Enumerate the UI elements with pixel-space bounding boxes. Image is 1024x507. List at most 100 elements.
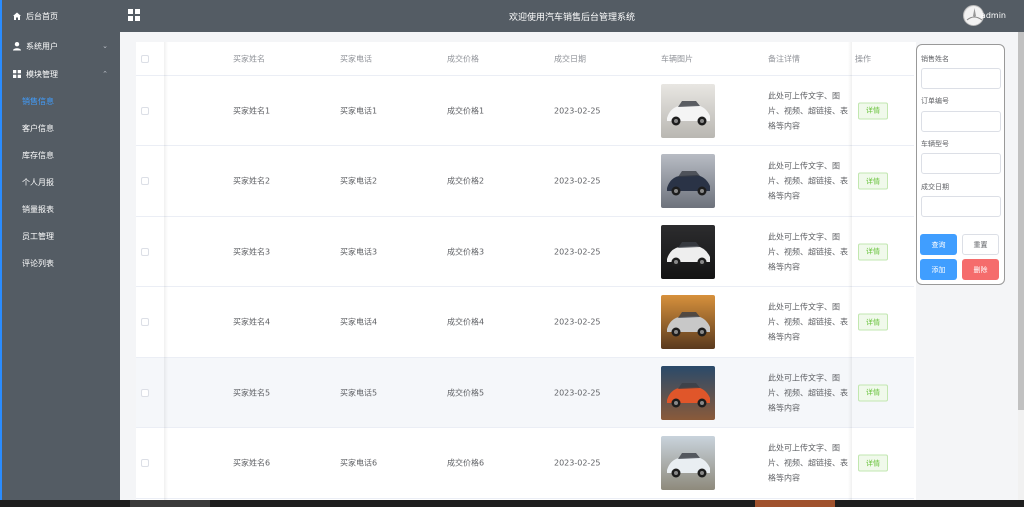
car-image[interactable] bbox=[661, 436, 715, 490]
table-header-row: 买家姓名 买家电话 成交价格 成交日期 车辆图片 备注详情 操作 bbox=[136, 42, 914, 76]
price-cell: 成交价格4 bbox=[447, 317, 485, 327]
main-content: 买家姓名 买家电话 成交价格 成交日期 车辆图片 备注详情 操作 买家姓名1 买… bbox=[120, 32, 1020, 502]
fixed-column-shadow-left bbox=[164, 42, 168, 502]
detail-button[interactable]: 详情 bbox=[858, 102, 888, 119]
price-cell: 成交价格2 bbox=[447, 176, 485, 186]
column-header-price[interactable]: 成交价格 bbox=[447, 53, 479, 64]
sidebar-subitem[interactable]: 评论列表 bbox=[0, 250, 120, 277]
buyer-phone-cell: 买家电话3 bbox=[340, 247, 378, 256]
sidebar-module-label: 模块管理 bbox=[26, 69, 58, 79]
delete-button[interactable]: 删除 bbox=[962, 259, 999, 280]
buyer-name-cell: 买家姓名5 bbox=[233, 388, 271, 397]
search-panel: 销售姓名 订单编号 车辆型号 成交日期 查询 重置 添加 删除 bbox=[916, 44, 1005, 285]
car-model-input[interactable] bbox=[921, 153, 1001, 174]
fixed-column-shadow-right bbox=[848, 42, 852, 502]
car-image[interactable] bbox=[661, 154, 715, 208]
select-all-checkbox[interactable] bbox=[141, 54, 149, 63]
price-cell: 成交价格6 bbox=[447, 458, 485, 468]
buyer-phone-cell: 买家电话4 bbox=[340, 317, 378, 327]
top-header: 欢迎使用汽车销售后台管理系统 admin bbox=[120, 0, 1024, 32]
row-checkbox[interactable] bbox=[141, 177, 149, 185]
row-checkbox[interactable] bbox=[141, 318, 149, 326]
buyer-name-cell: 买家姓名4 bbox=[233, 317, 271, 327]
remark-cell: 此处可上传文字、图片、视频、超链接、表格等内容 bbox=[768, 443, 848, 483]
date-cell: 2023-02-25 bbox=[554, 458, 601, 468]
sidebar-item-module[interactable]: 模块管理 ⌃ bbox=[0, 60, 120, 88]
sidebar-subitem[interactable]: 员工管理 bbox=[0, 223, 120, 250]
car-image[interactable] bbox=[661, 83, 715, 138]
sidebar-subitem[interactable]: 销售信息 bbox=[0, 88, 120, 115]
remark-cell: 此处可上传文字、图片、视频、超链接、表格等内容 bbox=[768, 373, 848, 412]
car-image[interactable] bbox=[661, 365, 715, 420]
row-checkbox[interactable] bbox=[141, 247, 149, 256]
buyer-name-cell: 买家姓名3 bbox=[233, 247, 271, 256]
row-checkbox[interactable] bbox=[141, 106, 149, 115]
sidebar-item-home[interactable]: 后台首页 bbox=[0, 0, 120, 32]
date-cell: 2023-02-25 bbox=[554, 388, 601, 397]
column-header-car-image[interactable]: 车辆图片 bbox=[661, 53, 693, 64]
scrollbar-thumb[interactable] bbox=[1018, 32, 1024, 410]
car-image[interactable] bbox=[661, 295, 715, 349]
sidebar-subitem[interactable]: 客户信息 bbox=[0, 115, 120, 142]
detail-button[interactable]: 详情 bbox=[858, 313, 888, 331]
buyer-phone-cell: 买家电话2 bbox=[340, 176, 378, 186]
row-checkbox[interactable] bbox=[141, 388, 149, 397]
buyer-phone-cell: 买家电话6 bbox=[340, 458, 378, 468]
buyer-name-cell: 买家姓名1 bbox=[233, 106, 271, 115]
search-label-sales-name: 销售姓名 bbox=[921, 55, 949, 63]
column-header-remark[interactable]: 备注详情 bbox=[768, 53, 800, 64]
remark-cell: 此处可上传文字、图片、视频、超链接、表格等内容 bbox=[768, 232, 848, 271]
date-cell: 2023-02-25 bbox=[554, 317, 601, 327]
buyer-name-cell: 买家姓名2 bbox=[233, 176, 271, 186]
sidebar-accent-bar bbox=[0, 0, 2, 500]
column-header-action: 操作 bbox=[855, 54, 871, 63]
search-label-order-no: 订单编号 bbox=[921, 97, 949, 105]
sales-name-input[interactable] bbox=[921, 68, 1001, 89]
table-row[interactable]: 买家姓名2 买家电话2 成交价格2 2023-02-25 此处可上传文字、图片、… bbox=[136, 147, 914, 217]
search-label-deal-date: 成交日期 bbox=[921, 183, 949, 191]
detail-button[interactable]: 详情 bbox=[858, 454, 888, 472]
order-no-input[interactable] bbox=[921, 111, 1001, 132]
sidebar: 后台首页 系统用户 ⌄ 模块管理 ⌃ 销售信息 客户信息 库存信息 个人月报 销量报表员… bbox=[0, 0, 120, 500]
table-row[interactable]: 买家姓名3 买家电话3 成交价格3 2023-02-25 此处可上传文字、图片、… bbox=[136, 217, 914, 287]
column-header-buyer-phone[interactable]: 买家电话 bbox=[340, 53, 372, 64]
detail-button[interactable]: 详情 bbox=[858, 243, 888, 260]
detail-button[interactable]: 详情 bbox=[858, 172, 888, 190]
date-cell: 2023-02-25 bbox=[554, 247, 601, 256]
page-title: 欢迎使用汽车销售后台管理系统 bbox=[508, 12, 635, 23]
table-row[interactable]: 买家姓名4 买家电话4 成交价格4 2023-02-25 此处可上传文字、图片、… bbox=[136, 288, 914, 358]
table-row[interactable]: 买家姓名6 买家电话6 成交价格6 2023-02-25 此处可上传文字、图片、… bbox=[136, 429, 914, 499]
chevron-down-icon: ⌄ bbox=[102, 42, 108, 50]
buyer-phone-cell: 买家电话5 bbox=[340, 388, 378, 397]
query-button[interactable]: 查询 bbox=[920, 234, 957, 255]
deal-date-input[interactable] bbox=[921, 196, 1001, 217]
buyer-phone-cell: 买家电话1 bbox=[340, 106, 378, 115]
date-cell: 2023-02-25 bbox=[554, 176, 601, 186]
table-row[interactable]: 买家姓名5 买家电话5 成交价格5 2023-02-25 此处可上传文字、图片、… bbox=[136, 358, 914, 428]
chevron-up-icon: ⌃ bbox=[102, 70, 108, 78]
search-label-car-model: 车辆型号 bbox=[921, 140, 949, 148]
row-checkbox[interactable] bbox=[141, 459, 149, 467]
sidebar-subitem[interactable]: 库存信息 bbox=[0, 142, 120, 169]
table-row[interactable]: 买家姓名1 买家电话1 成交价格1 2023-02-25 此处可上传文字、图片、… bbox=[136, 76, 914, 146]
user-icon bbox=[13, 42, 21, 51]
price-cell: 成交价格5 bbox=[447, 388, 485, 397]
grid-icon bbox=[13, 70, 21, 78]
sidebar-subitem[interactable]: 个人月报 bbox=[0, 169, 120, 196]
sidebar-system-users-label: 系统用户 bbox=[26, 41, 58, 51]
column-header-buyer-name[interactable]: 买家姓名 bbox=[233, 53, 265, 64]
remark-cell: 此处可上传文字、图片、视频、超链接、表格等内容 bbox=[768, 91, 848, 130]
column-header-date[interactable]: 成交日期 bbox=[554, 53, 586, 64]
username[interactable]: admin bbox=[981, 11, 1006, 20]
sidebar-home-label: 后台首页 bbox=[26, 11, 58, 21]
add-button[interactable]: 添加 bbox=[920, 259, 957, 280]
sidebar-subitem[interactable]: 销量报表 bbox=[0, 196, 120, 223]
price-cell: 成交价格3 bbox=[447, 247, 485, 256]
reset-button[interactable]: 重置 bbox=[962, 234, 999, 255]
car-image[interactable] bbox=[661, 224, 715, 279]
os-taskbar bbox=[0, 500, 1024, 507]
sidebar-item-system-users[interactable]: 系统用户 ⌄ bbox=[0, 32, 120, 60]
detail-button[interactable]: 详情 bbox=[858, 384, 888, 401]
date-cell: 2023-02-25 bbox=[554, 106, 601, 115]
buyer-name-cell: 买家姓名6 bbox=[233, 458, 271, 468]
